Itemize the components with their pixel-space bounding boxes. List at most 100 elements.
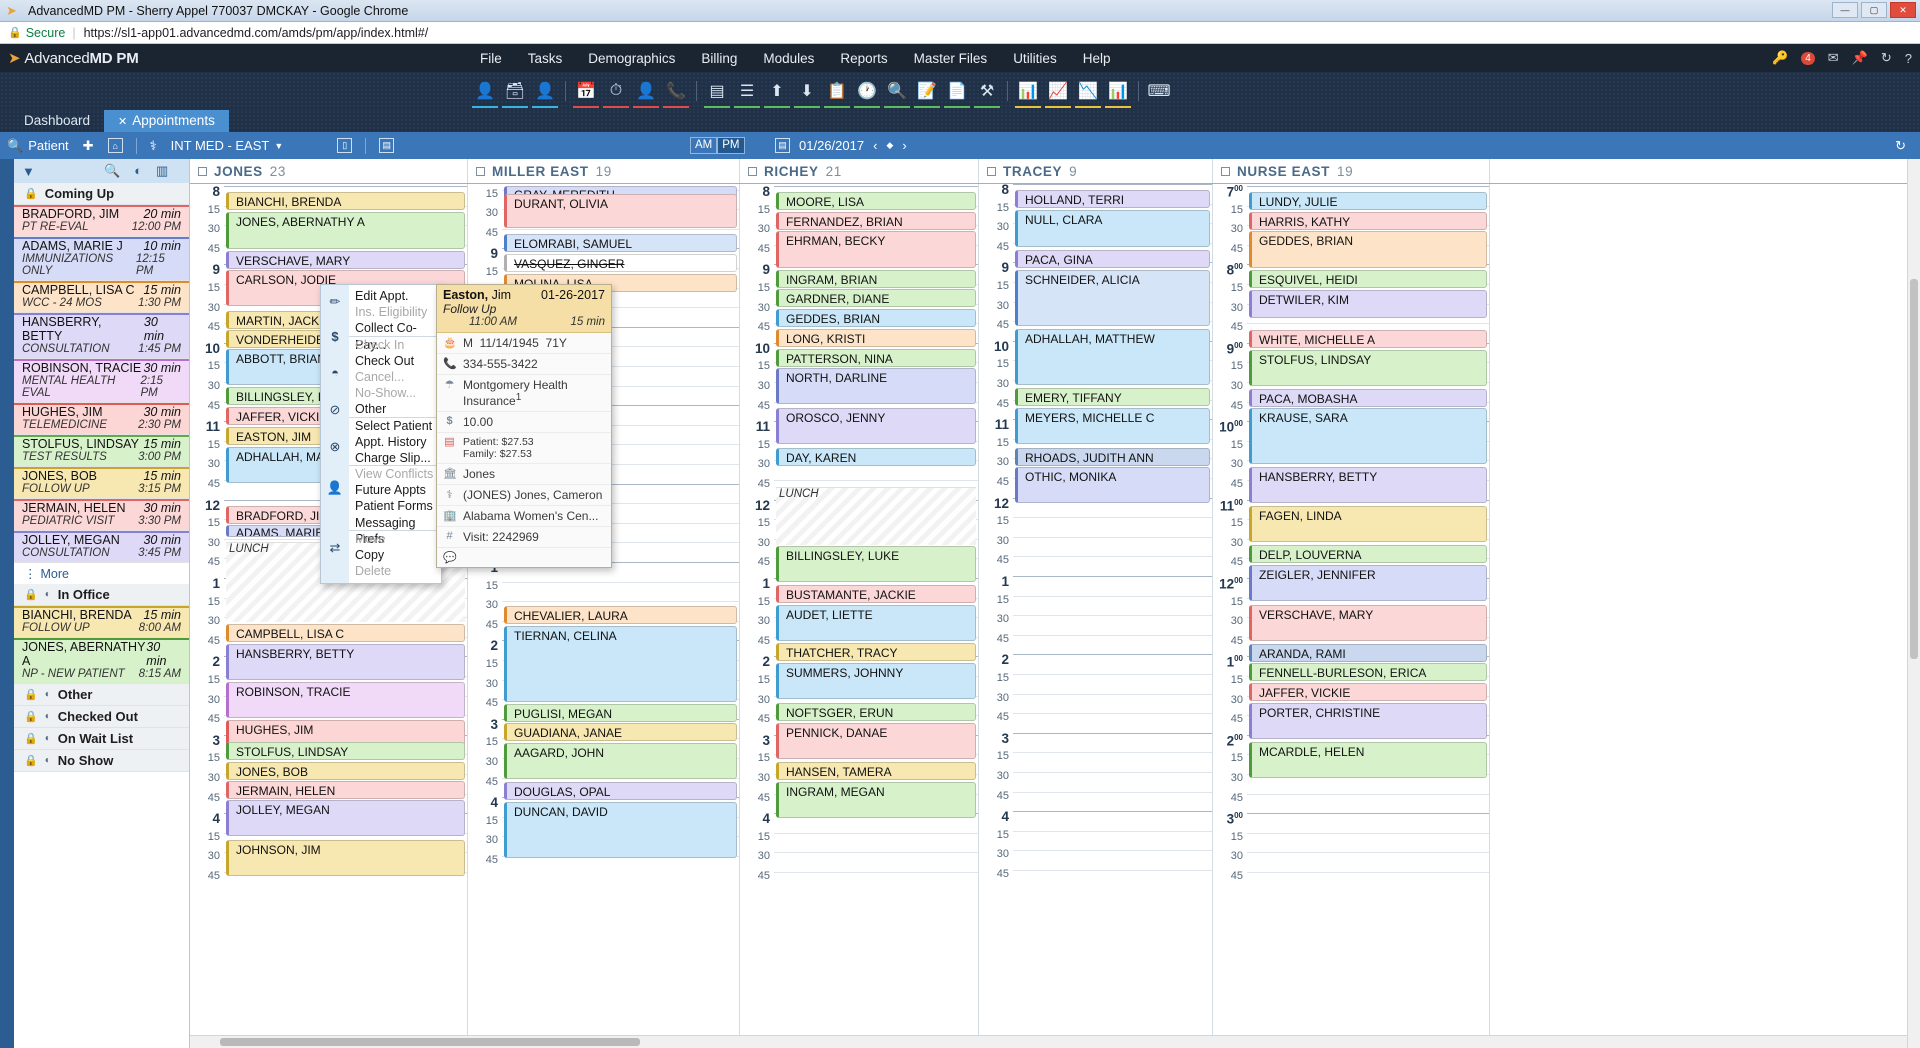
key-icon[interactable]: 🔑: [1772, 50, 1788, 66]
clipboard-icon[interactable]: 📋: [822, 76, 852, 106]
menu-master-files[interactable]: Master Files: [914, 51, 988, 66]
menu-demographics[interactable]: Demographics: [588, 51, 675, 66]
appointment-block[interactable]: FENNELL-BURLESON, ERICA: [1249, 663, 1487, 681]
list-icon[interactable]: ☰: [732, 76, 762, 106]
sidebar-appointment-item[interactable]: JONES, ABERNATHY A30 minNP - NEW PATIENT…: [14, 638, 189, 684]
context-menu-items[interactable]: Edit Appt.Ins. EligibilityCollect Co-Pay…: [349, 285, 441, 583]
appointment-block[interactable]: KRAUSE, SARA: [1249, 408, 1487, 464]
today-button[interactable]: ◆: [886, 140, 893, 151]
appointment-block[interactable]: ZEIGLER, JENNIFER: [1249, 565, 1487, 601]
sidebar-appointment-item[interactable]: STOLFUS, LINDSAY15 minTEST RESULTS3:00 P…: [14, 435, 189, 467]
download-icon[interactable]: ⬇: [792, 76, 822, 106]
am-toggle[interactable]: AM: [690, 137, 717, 154]
appointment-block[interactable]: HOLLAND, TERRI: [1015, 190, 1210, 208]
appointment-block[interactable]: CHEVALIER, LAURA: [504, 606, 737, 624]
appointment-block[interactable]: SCHNEIDER, ALICIA: [1015, 270, 1210, 326]
phone-icon[interactable]: 📞: [661, 76, 691, 106]
main-menu[interactable]: File Tasks Demographics Billing Modules …: [480, 51, 1110, 66]
appointment-block[interactable]: ARANDA, RAMI: [1249, 644, 1487, 662]
context-menu-item[interactable]: Collect Co-Pay...: [349, 320, 441, 336]
refresh-schedule-button[interactable]: ↻: [1895, 138, 1906, 154]
appointment-block[interactable]: NOFTSGER, ERUN: [776, 703, 976, 721]
appointment-block[interactable]: JOLLEY, MEGAN: [226, 800, 465, 836]
vertical-scrollbar[interactable]: [1907, 159, 1920, 1048]
menu-tasks[interactable]: Tasks: [528, 51, 563, 66]
patient-billing-icon[interactable]: 👤: [530, 76, 560, 106]
patient-card-icon[interactable]: 🗃: [500, 76, 530, 106]
appointment-block[interactable]: PUGLISI, MEGAN: [504, 704, 737, 722]
appointment-block[interactable]: INGRAM, BRIAN: [776, 270, 976, 288]
context-menu-item[interactable]: Future Appts: [349, 482, 441, 498]
menu-help[interactable]: Help: [1083, 51, 1111, 66]
filter-icon[interactable]: ▼: [22, 164, 104, 179]
appointment-block[interactable]: LONG, KRISTI: [776, 329, 976, 347]
column-toggle-icon[interactable]: [748, 167, 757, 176]
appointment-block[interactable]: CAMPBELL, LISA C: [226, 624, 465, 642]
menu-reports[interactable]: Reports: [840, 51, 887, 66]
sidebar-columns-icon[interactable]: ▥: [156, 163, 168, 179]
sidebar-appointment-item[interactable]: ROBINSON, TRACIE30 minMENTAL HEALTH EVAL…: [14, 359, 189, 403]
patient-search[interactable]: 🔍 Patient: [0, 138, 76, 154]
provider-select[interactable]: INT MED - EAST ▼: [164, 138, 291, 153]
appointment-block[interactable]: DOUGLAS, OPAL: [504, 782, 737, 800]
appointment-block[interactable]: PENNICK, DANAE: [776, 723, 976, 759]
appointment-block[interactable]: FERNANDEZ, BRIAN: [776, 212, 976, 230]
appointment-block[interactable]: JERMAIN, HELEN: [226, 781, 465, 799]
appointment-block[interactable]: OROSCO, JENNY: [776, 408, 976, 444]
appointment-block[interactable]: VERSCHAVE, MARY: [1249, 605, 1487, 641]
alert-icon[interactable]: ⏱: [601, 76, 631, 106]
appointment-block[interactable]: GEDDES, BRIAN: [776, 309, 976, 327]
sidebar-group-header[interactable]: 🔒Coming Up: [14, 183, 189, 205]
appointment-block[interactable]: MOORE, LISA: [776, 192, 976, 210]
search-claims-icon[interactable]: 🔍: [882, 76, 912, 106]
close-button[interactable]: ✕: [1890, 2, 1916, 18]
appointment-block[interactable]: PATTERSON, NINA: [776, 349, 976, 367]
appointment-block[interactable]: NORTH, DARLINE: [776, 368, 976, 404]
notification-badge[interactable]: 4: [1801, 52, 1815, 65]
appointment-block[interactable]: LUNDY, JULIE: [1249, 192, 1487, 210]
context-menu-item[interactable]: Other: [349, 401, 441, 417]
sidebar-appointment-item[interactable]: ADAMS, MARIE J10 minIMMUNIZATIONS ONLY12…: [14, 237, 189, 281]
context-menu-item[interactable]: Appt. History: [349, 434, 441, 450]
appointment-block[interactable]: THATCHER, TRACY: [776, 643, 976, 661]
appointment-block[interactable]: AAGARD, JOHN: [504, 743, 737, 779]
vertical-scroll-thumb[interactable]: [1910, 279, 1918, 659]
appointment-block[interactable]: ADHALLAH, MATTHEW: [1015, 329, 1210, 385]
mail-icon[interactable]: ✉: [1828, 50, 1839, 66]
upload-icon[interactable]: ⬆: [762, 76, 792, 106]
context-menu-item[interactable]: Select Patient: [349, 418, 441, 434]
maximize-button[interactable]: ▢: [1861, 2, 1887, 18]
pin-icon[interactable]: 📌: [1852, 50, 1868, 66]
add-appointment-button[interactable]: ✚: [76, 138, 101, 154]
appointment-block[interactable]: FAGEN, LINDA: [1249, 506, 1487, 542]
appointment-block[interactable]: NULL, CLARA: [1015, 210, 1210, 247]
sidebar-appointment-item[interactable]: HANSBERRY, BETTY30 minCONSULTATION1:45 P…: [14, 313, 189, 359]
appointment-block[interactable]: AUDET, LIETTE: [776, 605, 976, 641]
appointment-block[interactable]: BIANCHI, BRENDA: [226, 192, 465, 210]
appointment-block[interactable]: MEYERS, MICHELLE C: [1015, 408, 1210, 444]
prev-day-button[interactable]: ‹: [873, 138, 877, 153]
sidebar-group-header[interactable]: 🔒◐In Office: [14, 584, 189, 606]
menu-file[interactable]: File: [480, 51, 502, 66]
sidebar-group-header[interactable]: 🔒◐No Show: [14, 750, 189, 772]
checkin-icon[interactable]: 👤: [631, 76, 661, 106]
sidebar-search-icon[interactable]: 🔍: [104, 163, 120, 179]
appointment-block[interactable]: PACA, MOBASHA: [1249, 389, 1487, 407]
appointment-block[interactable]: JONES, ABERNATHY A: [226, 212, 465, 249]
menu-billing[interactable]: Billing: [701, 51, 737, 66]
appointment-block[interactable]: DETWILER, KIM: [1249, 290, 1487, 318]
appointment-block[interactable]: PACA, GINA: [1015, 250, 1210, 268]
provider-icon-button[interactable]: ⚕: [143, 138, 164, 154]
appointment-block[interactable]: STOLFUS, LINDSAY: [1249, 350, 1487, 386]
horizontal-scrollbar[interactable]: [190, 1035, 1907, 1048]
next-day-button[interactable]: ›: [902, 138, 906, 153]
minimize-button[interactable]: —: [1832, 2, 1858, 18]
appointment-block[interactable]: WHITE, MICHELLE A: [1249, 330, 1487, 348]
context-menu-item[interactable]: Edit Appt.: [349, 288, 441, 304]
sidebar-group-header[interactable]: 🔒◐On Wait List: [14, 728, 189, 750]
view-single-button[interactable]: ▯: [330, 138, 359, 153]
appointment-block[interactable]: BUSTAMANTE, JACKIE: [776, 585, 976, 603]
sidebar-appointment-item[interactable]: JERMAIN, HELEN30 minPEDIATRIC VISIT3:30 …: [14, 499, 189, 531]
appointment-block[interactable]: HANSBERRY, BETTY: [226, 644, 465, 680]
menu-modules[interactable]: Modules: [763, 51, 814, 66]
